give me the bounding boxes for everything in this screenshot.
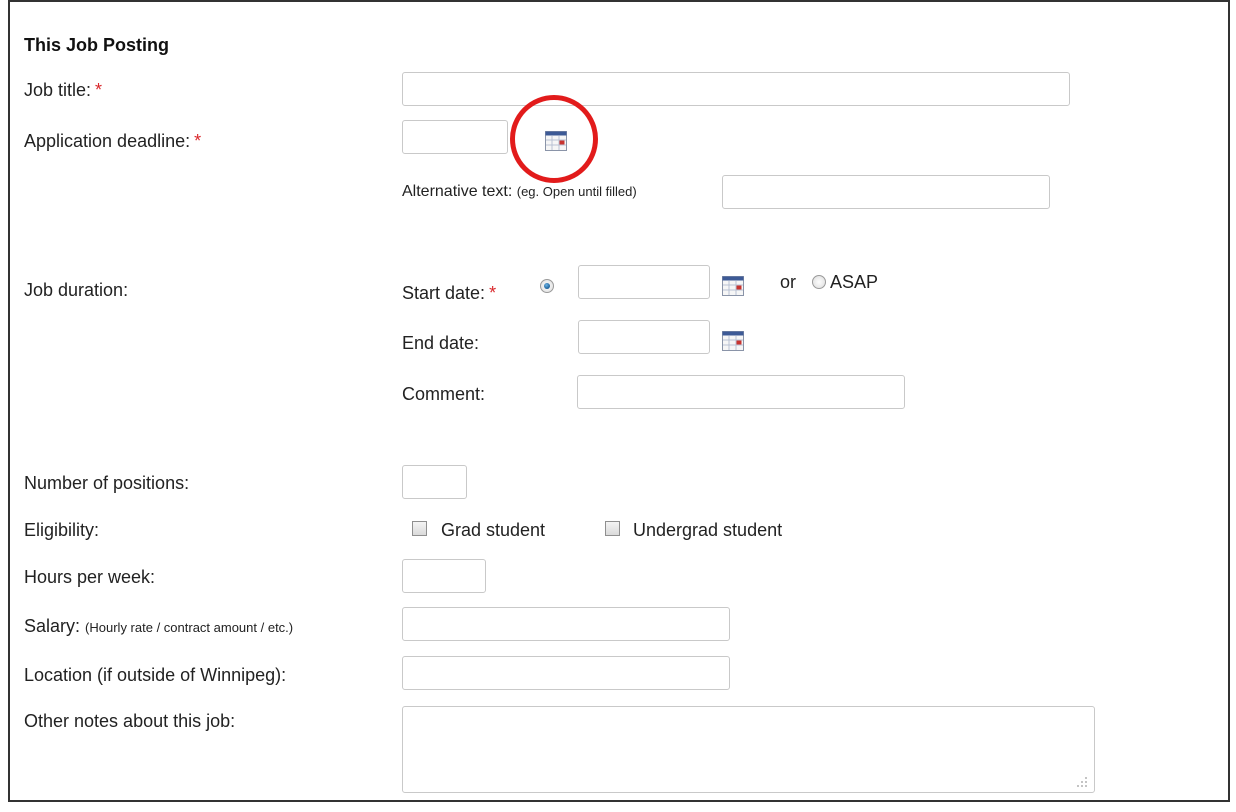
application-deadline-input[interactable] (402, 120, 508, 154)
other-notes-label: Other notes about this job: (24, 711, 236, 731)
section-title: This Job Posting (24, 35, 170, 55)
start-date-input[interactable] (578, 265, 710, 299)
asap-radio[interactable] (812, 275, 826, 289)
alternative-text-input[interactable] (722, 175, 1050, 209)
number-of-positions-label: Number of positions: (24, 473, 190, 493)
hours-per-week-label: Hours per week: (24, 567, 156, 587)
end-date-input[interactable] (578, 320, 710, 354)
start-date-label: Start date: * (402, 283, 496, 304)
job-title-label-text: Job title: (24, 80, 92, 100)
required-marker: * (194, 131, 202, 151)
salary-label: Salary: (Hourly rate / contract amount /… (24, 616, 293, 637)
salary-label-text: Salary: (24, 616, 81, 636)
alternative-text-label: Alternative text: (eg. Open until filled… (402, 183, 637, 201)
salary-input[interactable] (402, 607, 730, 641)
undergrad-student-checkbox[interactable] (605, 521, 620, 536)
grad-student-label: Grad student (441, 520, 546, 540)
location-input[interactable] (402, 656, 730, 690)
comment-input[interactable] (577, 375, 905, 409)
resize-grip-icon[interactable] (1076, 776, 1088, 788)
job-title-label: Job title: * (24, 80, 102, 101)
end-date-label: End date: (402, 333, 480, 353)
start-date-radio[interactable] (540, 279, 554, 293)
alternative-text-hint: (eg. Open until filled) (516, 184, 637, 199)
salary-hint: (Hourly rate / contract amount / etc.) (85, 620, 294, 635)
calendar-icon[interactable] (722, 276, 744, 296)
other-notes-textarea[interactable] (402, 706, 1095, 793)
undergrad-student-label: Undergrad student (633, 520, 783, 540)
calendar-icon[interactable] (722, 331, 744, 351)
required-marker: * (489, 283, 497, 303)
required-marker: * (95, 80, 103, 100)
number-of-positions-input[interactable] (402, 465, 467, 499)
alternative-text-label-text: Alternative text: (402, 183, 513, 200)
start-date-label-text: Start date: (402, 283, 486, 303)
or-text: or (780, 272, 797, 292)
grad-student-checkbox[interactable] (412, 521, 427, 536)
application-deadline-label-text: Application deadline: (24, 131, 191, 151)
application-deadline-label: Application deadline: * (24, 131, 201, 152)
job-title-input[interactable] (402, 72, 1070, 106)
location-label: Location (if outside of Winnipeg): (24, 665, 287, 685)
comment-label: Comment: (402, 384, 486, 404)
red-circle-annotation (510, 95, 598, 183)
job-duration-label: Job duration: (24, 280, 129, 300)
eligibility-label: Eligibility: (24, 520, 100, 540)
asap-label: ASAP (830, 272, 879, 292)
hours-per-week-input[interactable] (402, 559, 486, 593)
